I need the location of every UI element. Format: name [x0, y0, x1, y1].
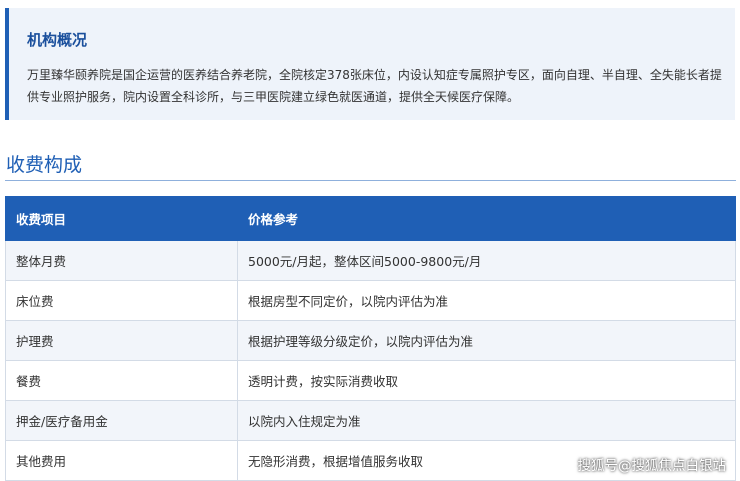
- fee-item-cell: 整体月费: [5, 240, 238, 281]
- fee-table: 收费项目 价格参考 整体月费 5000元/月起，整体区间5000-9800元/月…: [5, 196, 736, 481]
- price-cell: 根据房型不同定价，以院内评估为准: [237, 280, 736, 321]
- source-watermark: 搜狐号@搜狐焦点白银站: [577, 458, 727, 474]
- price-cell: 根据护理等级分级定价，以院内评估为准: [237, 320, 736, 361]
- fee-item-cell: 其他费用: [5, 440, 238, 481]
- price-cell: 5000元/月起，整体区间5000-9800元/月: [237, 240, 736, 281]
- price-cell: 以院内入住规定为准: [237, 400, 736, 441]
- table-row: 床位费 根据房型不同定价，以院内评估为准: [5, 280, 736, 321]
- header-fee-item: 收费项目: [5, 196, 238, 241]
- price-cell: 透明计费，按实际消费收取: [237, 360, 736, 401]
- overview-text: 万里臻华颐养院是国企运营的医养结合养老院，全院核定378张床位，内设认知症专属照…: [27, 68, 722, 104]
- fee-item-cell: 床位费: [5, 280, 238, 321]
- fees-section-title: 收费构成: [6, 154, 83, 176]
- table-row: 整体月费 5000元/月起，整体区间5000-9800元/月: [5, 240, 736, 281]
- fee-item-cell: 押金/医疗备用金: [5, 400, 238, 441]
- section-divider: [5, 180, 736, 181]
- header-price-reference: 价格参考: [237, 196, 736, 241]
- fee-item-cell: 护理费: [5, 320, 238, 361]
- table-row: 护理费 根据护理等级分级定价，以院内评估为准: [5, 320, 736, 361]
- overview-box: 机构概况 万里臻华颐养院是国企运营的医养结合养老院，全院核定378张床位，内设认…: [5, 8, 735, 120]
- table-row: 押金/医疗备用金 以院内入住规定为准: [5, 400, 736, 441]
- table-header-row: 收费项目 价格参考: [5, 196, 736, 241]
- fee-item-cell: 餐费: [5, 360, 238, 401]
- overview-title: 机构概况: [27, 31, 88, 49]
- table-row: 餐费 透明计费，按实际消费收取: [5, 360, 736, 401]
